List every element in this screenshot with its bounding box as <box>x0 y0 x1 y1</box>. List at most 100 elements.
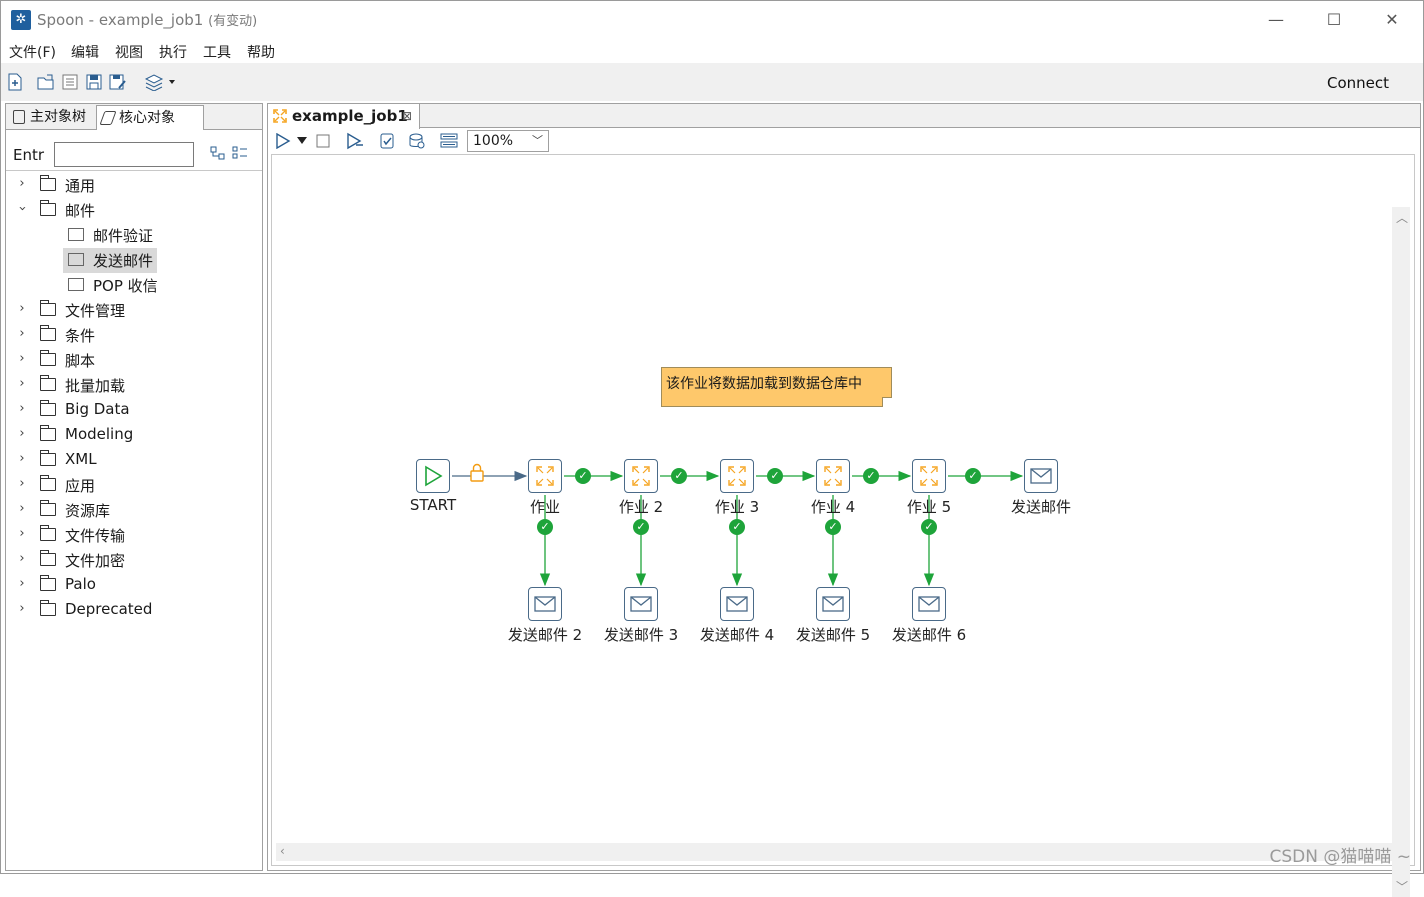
impact-analysis-icon[interactable] <box>408 132 426 150</box>
collapse-all-icon[interactable] <box>210 146 226 160</box>
tree-item-send-mail[interactable]: 发送邮件 <box>6 248 262 273</box>
job-icon <box>632 466 650 486</box>
minimize-button[interactable]: — <box>1253 7 1299 33</box>
run-options-dropdown-icon[interactable] <box>297 137 307 145</box>
menu-file[interactable]: 文件(F) <box>9 42 56 62</box>
connect-button[interactable]: Connect <box>1327 74 1389 92</box>
menu-help[interactable]: 帮助 <box>247 42 275 62</box>
canvas-horizontal-scrollbar[interactable]: ‹ <box>276 843 1400 861</box>
tab-main-tree[interactable]: 主对象树 <box>8 105 96 130</box>
tree-folder-label: 邮件 <box>65 202 96 220</box>
chevron-right-icon[interactable]: › <box>16 301 28 316</box>
unconditional-lock-icon <box>470 463 484 482</box>
expand-all-icon[interactable] <box>232 146 248 160</box>
main-toolbar: Connect <box>1 63 1423 101</box>
watermark: CSDN @猫喵喵 ~ <box>1269 847 1411 867</box>
folder-icon <box>40 400 56 416</box>
node-job3[interactable] <box>720 459 754 493</box>
tree-folder-label: Big Data <box>65 400 130 418</box>
menu-edit[interactable]: 编辑 <box>71 42 99 62</box>
chevron-right-icon[interactable]: › <box>16 451 28 466</box>
mail-receive-icon <box>68 278 84 291</box>
explore-repository-icon[interactable] <box>61 73 79 91</box>
chevron-right-icon[interactable]: › <box>16 501 28 516</box>
tree-folder-deprecated[interactable]: › Deprecated <box>6 598 262 623</box>
chevron-right-icon[interactable]: › <box>16 576 28 591</box>
run-icon[interactable] <box>275 133 291 149</box>
tree-folder-xml[interactable]: › XML <box>6 448 262 473</box>
success-check-icon: ✓ <box>965 468 981 484</box>
perspective-icon[interactable] <box>145 73 175 91</box>
tree-folder-bulk-loading[interactable]: › 批量加载 <box>6 373 262 398</box>
menu-run[interactable]: 执行 <box>159 42 187 62</box>
tree-item-mail-validator[interactable]: 邮件验证 <box>6 223 262 248</box>
close-tab-icon[interactable]: ⊠ <box>402 104 412 128</box>
node-mail5[interactable] <box>816 587 850 621</box>
preview-icon[interactable] <box>346 132 364 150</box>
chevron-right-icon[interactable]: › <box>16 476 28 491</box>
chevron-right-icon[interactable]: › <box>16 426 28 441</box>
menu-view[interactable]: 视图 <box>115 42 143 62</box>
node-job5[interactable] <box>912 459 946 493</box>
success-check-icon: ✓ <box>767 468 783 484</box>
chevron-right-icon[interactable]: › <box>16 526 28 541</box>
node-mail1[interactable] <box>1024 459 1058 493</box>
save-as-icon[interactable] <box>109 73 127 91</box>
tree-folder-utility[interactable]: › 应用 <box>6 473 262 498</box>
chevron-right-icon[interactable]: › <box>16 551 28 566</box>
tree-folder-mail[interactable]: › 邮件 <box>6 198 262 223</box>
node-mail3[interactable] <box>624 587 658 621</box>
node-job2[interactable] <box>624 459 658 493</box>
tree-folder-general[interactable]: › 通用 <box>6 173 262 198</box>
tab-example-job1[interactable]: example_job1 ⊠ <box>268 104 420 129</box>
node-job4[interactable] <box>816 459 850 493</box>
maximize-button[interactable]: ☐ <box>1311 7 1357 33</box>
chevron-right-icon[interactable]: › <box>16 401 28 416</box>
folder-icon <box>40 175 56 191</box>
stop-icon[interactable] <box>316 134 330 148</box>
chevron-down-icon[interactable]: › <box>15 203 30 215</box>
tree-folder-file-encryption[interactable]: › 文件加密 <box>6 548 262 573</box>
tree-folder-conditions[interactable]: › 条件 <box>6 323 262 348</box>
node-mail4[interactable] <box>720 587 754 621</box>
node-job1[interactable] <box>528 459 562 493</box>
job-canvas[interactable]: 该作业将数据加载到数据仓库中 ✓ ✓ ✓ ✓ ✓ ✓ ✓ ✓ ✓ ✓ START… <box>271 154 1415 897</box>
tree-folder-file-transfer[interactable]: › 文件传输 <box>6 523 262 548</box>
node-mail2[interactable] <box>528 587 562 621</box>
check-job-icon[interactable] <box>378 132 396 150</box>
sql-icon[interactable] <box>440 132 458 150</box>
tree-folder-scripting[interactable]: › 脚本 <box>6 348 262 373</box>
chevron-right-icon[interactable]: › <box>16 351 28 366</box>
chevron-right-icon[interactable]: › <box>16 376 28 391</box>
open-file-icon[interactable] <box>37 73 55 91</box>
zoom-select[interactable]: 100% ﹀ <box>467 130 549 152</box>
canvas-vertical-scrollbar[interactable]: ︿ ﹀ <box>1392 207 1410 897</box>
tree-folder-label: 条件 <box>65 327 96 345</box>
steps-search-input[interactable] <box>54 142 194 167</box>
menu-tools[interactable]: 工具 <box>203 42 231 62</box>
tree-folder-palo[interactable]: › Palo <box>6 573 262 598</box>
scroll-left-icon[interactable]: ‹ <box>280 844 285 858</box>
scroll-down-icon[interactable]: ﹀ <box>1396 878 1408 895</box>
magnifier-doc-icon <box>13 110 25 124</box>
tree-folder-modeling[interactable]: › Modeling <box>6 423 262 448</box>
new-file-icon[interactable] <box>6 73 24 91</box>
chevron-right-icon[interactable]: › <box>16 176 28 191</box>
tree-item-pop-receive[interactable]: POP 收信 <box>6 273 262 298</box>
chevron-right-icon[interactable]: › <box>16 601 28 616</box>
node-start[interactable] <box>416 459 450 493</box>
tab-core-objects[interactable]: 核心对象 <box>96 105 204 130</box>
chevron-right-icon[interactable]: › <box>16 326 28 341</box>
tab-title: example_job1 <box>292 107 408 125</box>
save-icon[interactable] <box>85 73 103 91</box>
node-mail6[interactable] <box>912 587 946 621</box>
tree-folder-file-management[interactable]: › 文件管理 <box>6 298 262 323</box>
scroll-up-icon[interactable]: ︿ <box>1396 209 1408 226</box>
tree-folder-label: 文件管理 <box>65 302 126 320</box>
tree-folder-label: 应用 <box>65 477 96 495</box>
folder-icon <box>40 575 56 591</box>
tree-folder-big-data[interactable]: › Big Data <box>6 398 262 423</box>
folder-icon <box>40 325 56 341</box>
close-window-button[interactable]: ✕ <box>1369 7 1415 33</box>
tree-folder-repository[interactable]: › 资源库 <box>6 498 262 523</box>
